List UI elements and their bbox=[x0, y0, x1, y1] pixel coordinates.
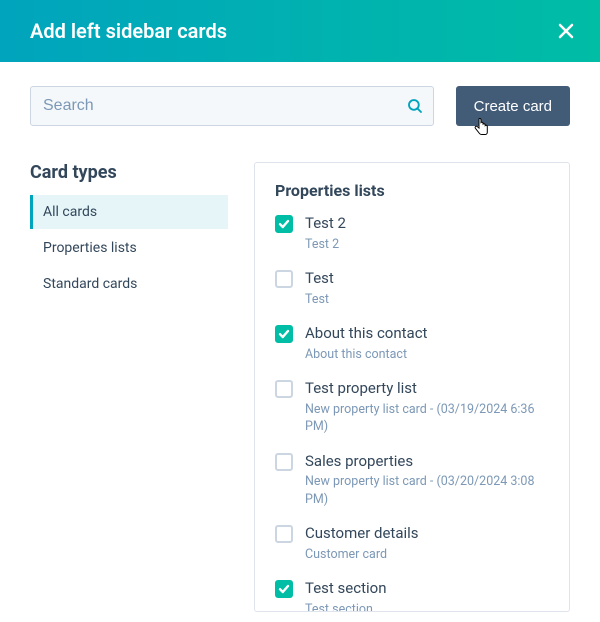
top-row: Create card bbox=[30, 86, 570, 126]
card-item: Customer details Customer card bbox=[275, 524, 549, 563]
checkbox[interactable] bbox=[275, 380, 293, 398]
create-card-label: Create card bbox=[474, 98, 552, 115]
sidebar-item-label: Standard cards bbox=[43, 276, 137, 292]
card-item: Test section Test section bbox=[275, 579, 549, 612]
card-labels: Customer details Customer card bbox=[305, 524, 549, 563]
search-input[interactable] bbox=[30, 86, 434, 126]
card-labels: Test property listNew property list card… bbox=[305, 379, 549, 436]
checkbox[interactable] bbox=[275, 215, 293, 233]
section-heading: Properties lists bbox=[275, 181, 549, 200]
card-item: Sales propertiesNew property list card -… bbox=[275, 452, 549, 509]
sidebar-item[interactable]: All cards bbox=[30, 195, 228, 229]
card-title: Test 2 bbox=[305, 214, 549, 234]
card-title: About this contact bbox=[305, 324, 549, 344]
create-card-button[interactable]: Create card bbox=[456, 86, 570, 126]
checkbox[interactable] bbox=[275, 325, 293, 343]
card-subtitle: Customer card bbox=[305, 546, 549, 564]
sidebar-heading: Card types bbox=[30, 162, 228, 183]
card-labels: About this contact About this contact bbox=[305, 324, 549, 363]
search-icon[interactable] bbox=[406, 97, 424, 115]
checkbox[interactable] bbox=[275, 580, 293, 598]
checkbox[interactable] bbox=[275, 453, 293, 471]
card-title: Sales properties bbox=[305, 452, 549, 472]
card-subtitle: New property list card - (03/19/2024 6:3… bbox=[305, 401, 549, 436]
card-labels: Test section Test section bbox=[305, 579, 549, 612]
sidebar-item[interactable]: Standard cards bbox=[30, 267, 228, 301]
sidebar-item-label: Properties lists bbox=[43, 240, 137, 256]
card-subtitle: Test section bbox=[305, 601, 549, 613]
search-wrap bbox=[30, 86, 434, 126]
card-subtitle: New property list card - (03/20/2024 3:0… bbox=[305, 473, 549, 508]
dialog-content: Create card Card types All cards Properti… bbox=[0, 62, 600, 612]
card-labels: Sales propertiesNew property list card -… bbox=[305, 452, 549, 509]
card-subtitle: Test bbox=[305, 291, 549, 309]
cursor-pointer-icon bbox=[474, 118, 490, 140]
card-title: Customer details bbox=[305, 524, 549, 544]
checkbox[interactable] bbox=[275, 270, 293, 288]
card-labels: Test Test bbox=[305, 269, 549, 308]
dialog-header: Add left sidebar cards bbox=[0, 0, 600, 62]
card-subtitle: Test 2 bbox=[305, 236, 549, 254]
card-title: Test property list bbox=[305, 379, 549, 399]
card-labels: Test 2 Test 2 bbox=[305, 214, 549, 253]
card-item: About this contact About this contact bbox=[275, 324, 549, 363]
card-item: Test Test bbox=[275, 269, 549, 308]
card-item: Test 2 Test 2 bbox=[275, 214, 549, 253]
close-icon[interactable] bbox=[556, 21, 576, 41]
sidebar-item-label: All cards bbox=[43, 204, 97, 220]
dialog-title: Add left sidebar cards bbox=[30, 19, 227, 43]
main-panel: Properties lists Test 2 Test 2 Test Test Abo… bbox=[254, 162, 570, 612]
card-subtitle: About this contact bbox=[305, 346, 549, 364]
sidebar-item[interactable]: Properties lists bbox=[30, 231, 228, 265]
card-title: Test bbox=[305, 269, 549, 289]
card-title: Test section bbox=[305, 579, 549, 599]
body-layout: Card types All cards Properties lists Stan… bbox=[30, 162, 570, 612]
checkbox[interactable] bbox=[275, 525, 293, 543]
card-item: Test property listNew property list card… bbox=[275, 379, 549, 436]
sidebar: Card types All cards Properties lists Stan… bbox=[30, 162, 228, 612]
